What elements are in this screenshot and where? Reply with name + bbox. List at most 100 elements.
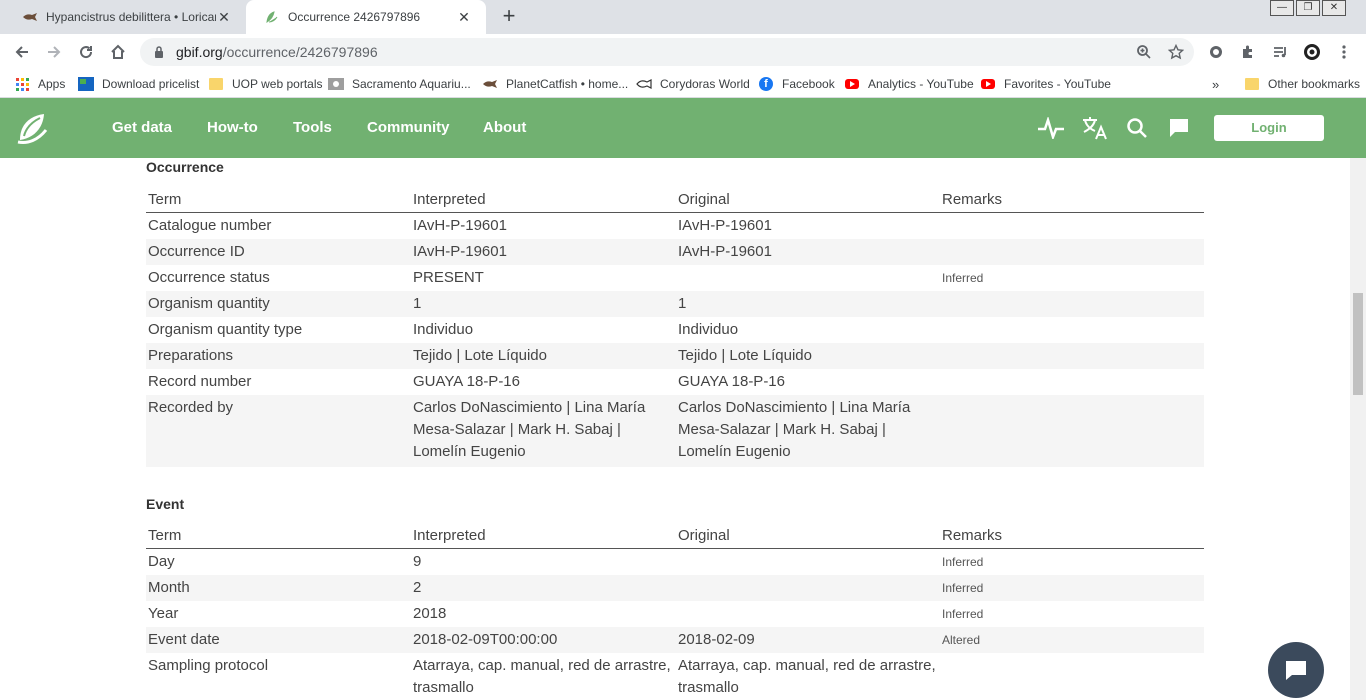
- table-row: Event date 2018-02-09T00:00:00 2018-02-0…: [146, 627, 1204, 653]
- menu-kebab-icon[interactable]: [1334, 42, 1354, 62]
- site-icon: [78, 76, 94, 92]
- browser-toolbar: gbif.org/occurrence/2426797896: [0, 34, 1366, 70]
- column-header-remarks: Remarks: [942, 191, 1003, 208]
- cell-interpreted: 2: [413, 579, 422, 596]
- cell-remarks: Inferred: [942, 607, 984, 621]
- facebook-icon: f: [758, 76, 774, 92]
- feedback-chat-icon[interactable]: [1164, 114, 1194, 142]
- cell-original: Atarraya, cap. manual, red de arrastre, …: [678, 657, 936, 696]
- close-icon[interactable]: ✕: [216, 9, 232, 25]
- youtube-icon: [844, 76, 860, 92]
- lock-icon[interactable]: [152, 45, 166, 59]
- cell-interpreted: IAvH-P-19601: [413, 217, 507, 234]
- cell-interpreted: Carlos DoNascimiento | Lina María Mesa-S…: [413, 399, 646, 460]
- nav-about[interactable]: About: [483, 98, 526, 158]
- table-row: Occurrence ID IAvH-P-19601 IAvH-P-19601: [146, 239, 1204, 265]
- back-icon[interactable]: [10, 40, 34, 64]
- cell-term: Day: [148, 553, 175, 570]
- cell-original: [676, 267, 940, 289]
- tab-occurrence[interactable]: Occurrence 2426797896 ✕: [246, 0, 486, 34]
- cell-term: Catalogue number: [148, 217, 272, 234]
- tab-title: Hypancistrus debilittera • Loricariidae: [46, 10, 216, 24]
- restore-icon[interactable]: ❐: [1296, 0, 1320, 16]
- bookmarks-overflow-chevron-icon[interactable]: »: [1212, 75, 1219, 93]
- cell-remarks: Altered: [942, 633, 981, 647]
- scrollbar-thumb[interactable]: [1353, 293, 1363, 395]
- cell-interpreted: Individuo: [413, 321, 474, 338]
- bookmark-planetcatfish[interactable]: PlanetCatfish • home...: [482, 75, 628, 93]
- nav-tools[interactable]: Tools: [293, 98, 332, 158]
- bookmark-label: Download pricelist: [102, 77, 200, 91]
- bookmark-analytics-youtube[interactable]: Analytics - YouTube: [844, 75, 974, 93]
- pulse-icon[interactable]: [1036, 114, 1066, 142]
- bookmark-sacramento-aquarium[interactable]: Sacramento Aquariu...: [328, 75, 471, 93]
- close-icon[interactable]: ✕: [456, 9, 472, 25]
- table-row: Preparations Tejido | Lote Líquido Tejid…: [146, 343, 1204, 369]
- new-tab-button[interactable]: +: [498, 5, 520, 28]
- bookmark-label: UOP web portals: [232, 77, 323, 91]
- forward-icon[interactable]: [42, 40, 66, 64]
- minimize-icon[interactable]: —: [1270, 0, 1294, 16]
- bookmarks-bar: Apps Download pricelist UOP web portals …: [0, 70, 1366, 98]
- table-row: Occurrence status PRESENT Inferred: [146, 265, 1204, 291]
- bookmark-other-bookmarks[interactable]: Other bookmarks: [1244, 75, 1360, 93]
- youtube-icon: [980, 76, 996, 92]
- cell-remarks: [940, 371, 1204, 393]
- table-row: Organism quantity type Individuo Individ…: [146, 317, 1204, 343]
- bookmark-favorites-youtube[interactable]: Favorites - YouTube: [980, 75, 1111, 93]
- table-row: Month 2 Inferred: [146, 575, 1204, 601]
- cell-remarks: Inferred: [942, 555, 984, 569]
- zoom-icon[interactable]: [1134, 42, 1154, 62]
- home-icon[interactable]: [106, 40, 130, 64]
- close-window-icon[interactable]: ✕: [1322, 0, 1346, 16]
- column-header-original: Original: [678, 527, 730, 544]
- cell-original: 1: [678, 295, 687, 312]
- extension-circle-icon[interactable]: [1206, 42, 1226, 62]
- gbif-logo-icon[interactable]: [14, 110, 52, 146]
- table-row: Organism quantity 1 1: [146, 291, 1204, 317]
- cell-original: [676, 551, 940, 573]
- address-bar[interactable]: gbif.org/occurrence/2426797896: [140, 38, 1194, 66]
- search-icon[interactable]: [1122, 114, 1152, 142]
- cell-remarks: [940, 293, 1204, 315]
- cell-interpreted: 2018-02-09T00:00:00: [413, 631, 558, 648]
- puzzle-icon[interactable]: [1238, 42, 1258, 62]
- bookmark-corydoras-world[interactable]: Corydoras World: [636, 75, 750, 93]
- media-queue-icon[interactable]: [1270, 42, 1290, 62]
- cell-term: Sampling protocol: [148, 657, 269, 674]
- bookmark-apps[interactable]: Apps: [14, 75, 65, 93]
- cell-original: 2018-02-09: [678, 631, 755, 648]
- table-row: Record number GUAYA 18-P-16 GUAYA 18-P-1…: [146, 369, 1204, 395]
- chat-bubble-button[interactable]: [1268, 642, 1324, 698]
- cell-original: GUAYA 18-P-16: [678, 373, 785, 390]
- window-controls: — ❐ ✕: [1268, 0, 1346, 18]
- gbif-leaf-icon: [264, 9, 280, 25]
- cell-original: [676, 603, 940, 625]
- chat-icon: [1286, 661, 1306, 680]
- column-header-term: Term: [148, 191, 182, 208]
- section-title-event: Event: [146, 496, 185, 512]
- cell-original: IAvH-P-19601: [678, 243, 772, 260]
- page-scrollbar[interactable]: [1350, 158, 1366, 700]
- cell-remarks: Inferred: [942, 271, 984, 285]
- nav-how-to[interactable]: How-to: [207, 98, 258, 158]
- table-row: Sampling protocol Atarraya, cap. manual,…: [146, 653, 1204, 700]
- nav-get-data[interactable]: Get data: [112, 98, 172, 158]
- cell-interpreted: 1: [413, 295, 422, 312]
- reload-icon[interactable]: [74, 40, 98, 64]
- tab-strip: Hypancistrus debilittera • Loricariidae …: [0, 0, 1366, 34]
- table-row: Year 2018 Inferred: [146, 601, 1204, 627]
- nav-community[interactable]: Community: [367, 98, 450, 158]
- profile-avatar-icon[interactable]: [1302, 42, 1322, 62]
- bookmark-facebook[interactable]: f Facebook: [758, 75, 835, 93]
- bookmark-download-pricelist[interactable]: Download pricelist: [78, 75, 199, 93]
- table-row: Catalogue number IAvH-P-19601 IAvH-P-196…: [146, 213, 1204, 239]
- bookmark-label: Corydoras World: [660, 77, 750, 91]
- bookmark-label: Other bookmarks: [1268, 77, 1361, 91]
- translate-icon[interactable]: [1080, 114, 1110, 142]
- site-icon: [328, 76, 344, 92]
- bookmark-uop-web-portals[interactable]: UOP web portals: [208, 75, 323, 93]
- login-button[interactable]: Login: [1214, 115, 1324, 141]
- tab-hypancistrus[interactable]: Hypancistrus debilittera • Loricariidae …: [4, 0, 246, 34]
- star-icon[interactable]: [1166, 42, 1186, 62]
